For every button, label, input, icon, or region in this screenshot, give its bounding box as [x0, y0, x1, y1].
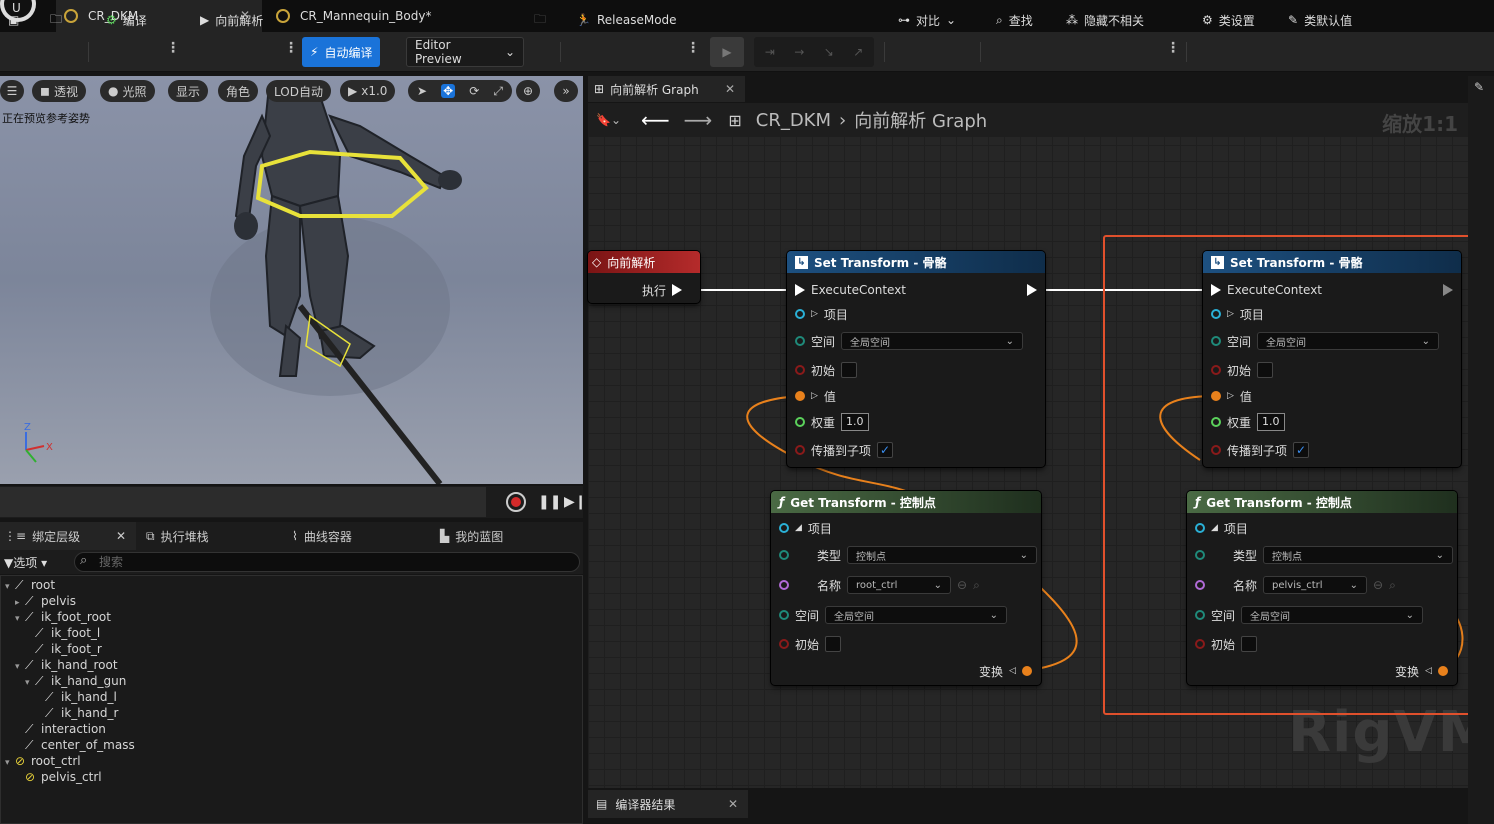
get-transform-node-1[interactable]: ƒ Get Transform - 控制点 ◢ 项目 类型 控制点 ⌄ 名称 root_c…	[771, 491, 1041, 685]
item-pin[interactable]: ▷ 项目	[795, 305, 848, 323]
name-pin-icon	[779, 580, 789, 590]
enum-pin-icon	[779, 610, 789, 620]
weight-input[interactable]: 1.0	[841, 413, 869, 431]
type-dropdown[interactable]: 控制点 ⌄	[847, 546, 1038, 564]
pin-label: 初始	[811, 363, 836, 378]
function-icon: ƒ	[779, 495, 785, 509]
initial-checkbox[interactable]	[825, 636, 842, 652]
pin-label: 执行	[642, 283, 667, 298]
expand-arrow-icon: ▷	[811, 309, 818, 319]
compiler-icon: ▤	[596, 797, 608, 811]
pin-label: 类型	[817, 548, 842, 563]
pin-label: 空间	[811, 334, 836, 349]
pin-label: 变换	[979, 664, 1004, 679]
space-pin[interactable]: 空间 全局空间 ⌄	[795, 332, 1024, 350]
pin-label: ExecuteContext	[811, 283, 906, 297]
pin-label: 权重	[811, 415, 836, 430]
node-header: ↳ Set Transform - 骨骼	[787, 251, 1045, 273]
float-pin-icon	[795, 417, 805, 427]
struct-pin-icon	[779, 523, 789, 533]
exec-pin-icon	[672, 284, 683, 296]
space-dropdown[interactable]: 全局空间 ⌄	[825, 606, 1008, 624]
node-title: Get Transform - 控制点	[790, 495, 936, 510]
pin-label: 传播到子项	[811, 443, 872, 458]
exec-output-pin[interactable]: 执行	[642, 281, 683, 299]
dropdown-value: 全局空间	[834, 611, 875, 623]
exec-output-pin-icon[interactable]	[1027, 284, 1037, 296]
weight-pin[interactable]: 权重 1.0	[795, 413, 869, 431]
name-pin[interactable]: 名称 root_ctrl ⌄ ⊖ ⌕	[779, 576, 980, 594]
enum-pin-icon	[779, 550, 789, 560]
node-header: ◇ 向前解析	[588, 251, 700, 273]
space-dropdown[interactable]: 全局空间 ⌄	[841, 332, 1024, 350]
pin-label: 空间	[795, 608, 820, 623]
propagate-pin[interactable]: 传播到子项 ✓	[795, 441, 894, 459]
bool-pin-icon	[779, 639, 789, 649]
chevron-down-icon: ⌄	[1005, 335, 1015, 347]
exec-pin-icon	[795, 284, 805, 296]
use-selected-icon[interactable]: ⊖	[957, 578, 967, 592]
initial-checkbox[interactable]	[841, 362, 858, 378]
tab-compiler-results[interactable]: ▤ 编译器结果 ✕	[588, 790, 748, 818]
execute-context-pin[interactable]: ExecuteContext	[795, 281, 906, 299]
item-pin[interactable]: ◢ 项目	[779, 519, 832, 537]
bool-pin-icon	[795, 365, 805, 375]
chevron-down-icon: ⌄	[933, 579, 943, 591]
pin-label: 名称	[817, 578, 842, 593]
edit-icon[interactable]: ✎	[1474, 80, 1484, 94]
node-title: 向前解析	[607, 255, 656, 270]
name-dropdown[interactable]: root_ctrl ⌄	[847, 576, 952, 594]
close-icon[interactable]: ✕	[728, 797, 738, 811]
type-pin[interactable]: 类型 控制点 ⌄	[779, 546, 1038, 564]
bool-pin-icon	[795, 445, 805, 455]
space-pin[interactable]: 空间 全局空间 ⌄	[779, 606, 1008, 624]
enum-pin-icon	[795, 336, 805, 346]
dropdown-value: root_ctrl	[856, 579, 898, 591]
dropdown-value: 控制点	[856, 551, 887, 563]
pin-label: 项目	[823, 307, 848, 322]
initial-pin[interactable]: 初始	[795, 361, 858, 379]
set-node-icon: ↳	[795, 255, 808, 269]
event-icon: ◇	[592, 255, 602, 269]
pin-label: 项目	[807, 521, 832, 536]
browse-search-icon[interactable]: ⌕	[973, 578, 980, 593]
transform-output-pin[interactable]: 变换 ◁	[979, 662, 1032, 680]
node-header: ƒ Get Transform - 控制点	[771, 491, 1041, 513]
collapse-arrow-icon: ◁	[1009, 666, 1016, 676]
transform-pin-icon	[795, 391, 805, 401]
expand-arrow-icon: ▷	[811, 391, 818, 401]
set-transform-node-1[interactable]: ↳ Set Transform - 骨骼 ExecuteContext ▷ 项目 空…	[787, 251, 1045, 467]
details-panel-strip: ✎	[1468, 76, 1494, 824]
struct-pin-icon	[795, 309, 805, 319]
chevron-down-icon: ⌄	[1019, 549, 1029, 561]
transform-pin-icon	[1021, 666, 1032, 676]
dropdown-value: 全局空间	[850, 337, 891, 349]
value-pin[interactable]: ▷ 值	[795, 387, 836, 405]
pin-label: 初始	[795, 637, 820, 652]
node-selection-box	[1103, 235, 1481, 715]
node-title: Set Transform - 骨骼	[814, 255, 947, 270]
propagate-checkbox[interactable]: ✓	[877, 442, 894, 458]
pin-label: 值	[823, 389, 836, 404]
forward-solve-event-node[interactable]: ◇ 向前解析 执行	[588, 251, 700, 303]
tab-label: 编译器结果	[615, 797, 676, 812]
expand-arrow-icon: ◢	[795, 523, 802, 533]
initial-pin[interactable]: 初始	[779, 635, 842, 653]
chevron-down-icon: ⌄	[989, 609, 999, 621]
